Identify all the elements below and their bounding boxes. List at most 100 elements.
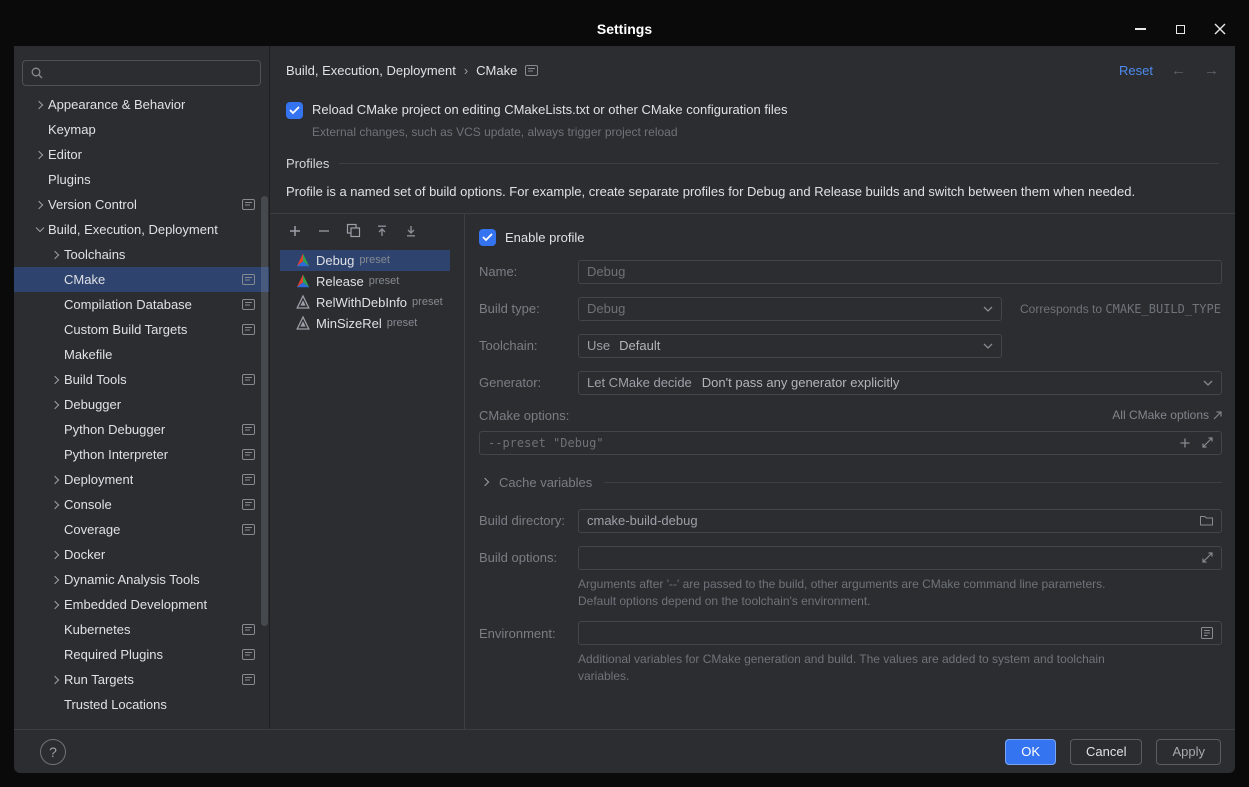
cache-variables-toggle[interactable]: Cache variables bbox=[479, 475, 1222, 490]
sidebar-item-keymap[interactable]: Keymap bbox=[14, 117, 269, 142]
breadcrumb-item-cmake[interactable]: CMake bbox=[476, 63, 517, 78]
project-settings-icon bbox=[234, 624, 255, 635]
profile-suffix: preset bbox=[387, 317, 418, 329]
minimize-button[interactable] bbox=[1131, 20, 1149, 38]
project-settings-icon bbox=[234, 449, 255, 460]
remove-profile-button[interactable] bbox=[316, 223, 332, 239]
reload-cmake-checkbox[interactable] bbox=[286, 102, 303, 119]
sidebar-item-debugger[interactable]: Debugger bbox=[14, 392, 269, 417]
environment-list-button[interactable] bbox=[1201, 627, 1213, 639]
sidebar-item-python-interpreter[interactable]: Python Interpreter bbox=[14, 442, 269, 467]
sidebar-item-version-control[interactable]: Version Control bbox=[14, 192, 269, 217]
help-button[interactable]: ? bbox=[40, 739, 66, 765]
sidebar-item-toolchains[interactable]: Toolchains bbox=[14, 242, 269, 267]
move-down-icon bbox=[404, 224, 418, 238]
copy-profile-button[interactable] bbox=[345, 223, 361, 239]
nav-forward-button[interactable]: → bbox=[1204, 62, 1219, 79]
sidebar-item-custom-build-targets[interactable]: Custom Build Targets bbox=[14, 317, 269, 342]
settings-search[interactable] bbox=[22, 60, 261, 86]
project-settings-icon bbox=[234, 424, 255, 435]
build-type-select[interactable]: Debug bbox=[578, 297, 1002, 321]
profile-item-relwithdebinfo[interactable]: RelWithDebInfo preset bbox=[280, 292, 450, 313]
profile-item-release[interactable]: Release preset bbox=[280, 271, 450, 292]
maximize-button[interactable] bbox=[1171, 20, 1189, 38]
sidebar-item-build-execution-deployment[interactable]: Build, Execution, Deployment bbox=[14, 217, 269, 242]
settings-window: Settings Appearance & Behavior Keymap bbox=[0, 0, 1249, 787]
sidebar-item-label: Console bbox=[64, 497, 112, 512]
sidebar-item-label: Python Debugger bbox=[64, 422, 165, 437]
main-header: Build, Execution, Deployment › CMake Res… bbox=[270, 46, 1235, 94]
project-settings-icon bbox=[234, 674, 255, 685]
profile-suffix: preset bbox=[369, 275, 400, 287]
generator-select[interactable]: Let CMake decide Don't pass any generato… bbox=[578, 371, 1222, 395]
enable-profile-checkbox[interactable] bbox=[479, 229, 496, 246]
move-up-button[interactable] bbox=[374, 223, 390, 239]
tree-chevron-icon bbox=[48, 622, 64, 638]
enable-profile-row: Enable profile bbox=[479, 229, 1222, 246]
environment-label: Environment: bbox=[479, 626, 578, 641]
browse-folder-button[interactable] bbox=[1200, 515, 1213, 526]
sidebar-item-label: Trusted Locations bbox=[64, 697, 167, 712]
tree-chevron-icon bbox=[48, 522, 64, 538]
sidebar-item-coverage[interactable]: Coverage bbox=[14, 517, 269, 542]
cmake-options-actions bbox=[1179, 437, 1213, 449]
generator-label: Generator: bbox=[479, 375, 578, 390]
sidebar-item-compilation-database[interactable]: Compilation Database bbox=[14, 292, 269, 317]
header-actions: Reset ← → bbox=[1119, 62, 1219, 79]
sidebar-item-docker[interactable]: Docker bbox=[14, 542, 269, 567]
sidebar-item-editor[interactable]: Editor bbox=[14, 142, 269, 167]
profile-item-debug[interactable]: Debug preset bbox=[280, 250, 450, 271]
apply-button[interactable]: Apply bbox=[1156, 739, 1221, 765]
nav-back-button[interactable]: ← bbox=[1171, 62, 1186, 79]
build-options-expand-button[interactable] bbox=[1202, 552, 1213, 563]
all-cmake-options-link[interactable]: All CMake options bbox=[1112, 408, 1222, 422]
profile-item-minsizerel[interactable]: MinSizeRel preset bbox=[280, 313, 450, 334]
sidebar-item-run-targets[interactable]: Run Targets bbox=[14, 667, 269, 692]
sidebar-item-appearance-behavior[interactable]: Appearance & Behavior bbox=[14, 92, 269, 117]
breadcrumb-item-build-execution-deployment[interactable]: Build, Execution, Deployment bbox=[286, 63, 456, 78]
breadcrumb-separator: › bbox=[464, 63, 468, 78]
toolchain-row: Toolchain: Use Default bbox=[479, 334, 1222, 358]
tree-chevron-icon bbox=[48, 422, 64, 438]
cancel-button[interactable]: Cancel bbox=[1070, 739, 1142, 765]
build-directory-input[interactable]: cmake-build-debug bbox=[578, 509, 1222, 533]
build-options-input[interactable] bbox=[578, 546, 1222, 570]
move-up-icon bbox=[375, 224, 389, 238]
sidebar-item-embedded-development[interactable]: Embedded Development bbox=[14, 592, 269, 617]
build-options-row: Build options: bbox=[479, 546, 1222, 570]
cmake-options-add-button[interactable] bbox=[1179, 437, 1191, 449]
sidebar-item-kubernetes[interactable]: Kubernetes bbox=[14, 617, 269, 642]
sidebar-item-python-debugger[interactable]: Python Debugger bbox=[14, 417, 269, 442]
sidebar-item-cmake[interactable]: CMake bbox=[14, 267, 269, 292]
cmake-profile-icon bbox=[296, 295, 310, 309]
tree-chevron-icon bbox=[48, 247, 64, 263]
sidebar-item-build-tools[interactable]: Build Tools bbox=[14, 367, 269, 392]
tree-chevron-icon bbox=[48, 647, 64, 663]
sidebar-item-deployment[interactable]: Deployment bbox=[14, 467, 269, 492]
toolchain-label: Toolchain: bbox=[479, 338, 578, 353]
sidebar-item-required-plugins[interactable]: Required Plugins bbox=[14, 642, 269, 667]
sidebar-item-trusted-locations[interactable]: Trusted Locations bbox=[14, 692, 269, 717]
sidebar-scrollbar[interactable] bbox=[261, 196, 268, 626]
name-input[interactable]: Debug bbox=[578, 260, 1222, 284]
sidebar-item-plugins[interactable]: Plugins bbox=[14, 167, 269, 192]
cmake-options-input[interactable]: --preset "Debug" bbox=[479, 431, 1222, 455]
ok-button[interactable]: OK bbox=[1005, 739, 1056, 765]
profiles-pane: Debug preset Release preset bbox=[270, 214, 465, 729]
breadcrumb: Build, Execution, Deployment › CMake bbox=[286, 63, 538, 78]
sidebar-item-makefile[interactable]: Makefile bbox=[14, 342, 269, 367]
search-input[interactable] bbox=[49, 66, 253, 81]
sidebar-item-dynamic-analysis-tools[interactable]: Dynamic Analysis Tools bbox=[14, 567, 269, 592]
environment-input[interactable] bbox=[578, 621, 1222, 645]
tree-chevron-icon bbox=[32, 97, 48, 113]
cmake-options-expand-button[interactable] bbox=[1202, 437, 1213, 448]
build-options-hint-line1: Arguments after '--' are passed to the b… bbox=[578, 576, 1158, 593]
sidebar-item-console[interactable]: Console bbox=[14, 492, 269, 517]
toolchain-select[interactable]: Use Default bbox=[578, 334, 1002, 358]
reset-link[interactable]: Reset bbox=[1119, 63, 1153, 78]
close-button[interactable] bbox=[1211, 20, 1229, 38]
environment-icon bbox=[1201, 627, 1213, 639]
add-profile-button[interactable] bbox=[287, 223, 303, 239]
cmake-options-row: --preset "Debug" bbox=[479, 431, 1222, 455]
move-down-button[interactable] bbox=[403, 223, 419, 239]
